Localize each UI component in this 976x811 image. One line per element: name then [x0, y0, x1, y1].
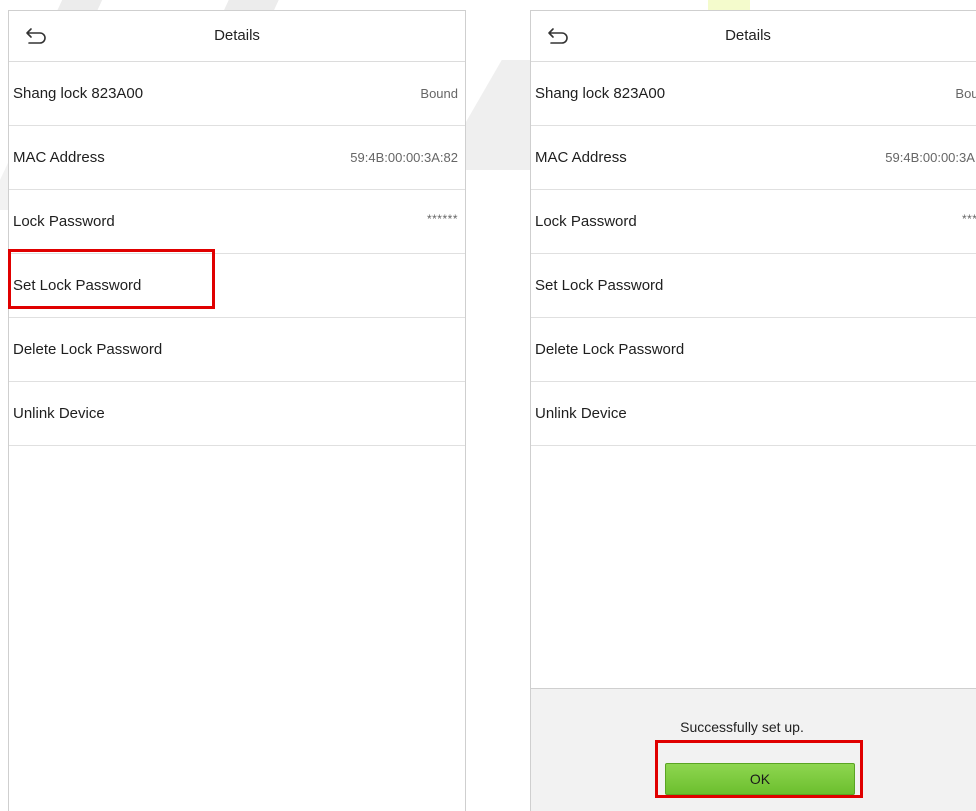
- mac-address-value: 59:4B:00:00:3A:82: [885, 150, 976, 165]
- title-bar: Details: [531, 11, 976, 62]
- set-lock-password-highlight: [8, 249, 215, 309]
- page-title: Details: [214, 27, 260, 44]
- row-label: Unlink Device: [13, 405, 105, 422]
- row-label: Set Lock Password: [535, 277, 664, 294]
- mac-address-row[interactable]: MAC Address 59:4B:00:00:3A:82: [9, 126, 465, 190]
- row-label: Unlink Device: [535, 405, 627, 422]
- row-label: Delete Lock Password: [535, 341, 685, 358]
- row-label: MAC Address: [535, 149, 627, 166]
- lock-password-row[interactable]: Lock Password ******: [531, 190, 976, 254]
- lock-password-value: ******: [961, 212, 976, 226]
- row-label: Lock Password: [13, 213, 115, 230]
- unlink-device-row[interactable]: Unlink Device: [531, 382, 976, 446]
- row-label: Shang lock 823A00: [13, 85, 144, 102]
- row-label: MAC Address: [13, 149, 105, 166]
- dialog-message: Successfully set up.: [680, 719, 804, 735]
- row-label: Lock Password: [535, 213, 637, 230]
- details-screen-right: Details Shang lock 823A00 Bound MAC Addr…: [530, 10, 976, 811]
- lock-password-row[interactable]: Lock Password ******: [9, 190, 465, 254]
- details-screen-left: Details Shang lock 823A00 Bound MAC Addr…: [8, 10, 466, 811]
- delete-lock-password-row[interactable]: Delete Lock Password: [531, 318, 976, 382]
- ok-button-highlight: [655, 740, 863, 798]
- lock-name-row[interactable]: Shang lock 823A00 Bound: [531, 62, 976, 126]
- row-label: Delete Lock Password: [13, 341, 163, 358]
- mac-address-value: 59:4B:00:00:3A:82: [350, 150, 458, 165]
- mac-address-row[interactable]: MAC Address 59:4B:00:00:3A:82: [531, 126, 976, 190]
- bind-status-value: Bound: [955, 86, 976, 101]
- unlink-device-row[interactable]: Unlink Device: [9, 382, 465, 446]
- lock-name-row[interactable]: Shang lock 823A00 Bound: [9, 62, 465, 126]
- row-label: Shang lock 823A00: [535, 85, 666, 102]
- lock-password-value: ******: [426, 212, 458, 226]
- set-lock-password-row[interactable]: Set Lock Password: [531, 254, 976, 318]
- title-bar: Details: [9, 11, 465, 62]
- delete-lock-password-row[interactable]: Delete Lock Password: [9, 318, 465, 382]
- bind-status-value: Bound: [420, 86, 458, 101]
- page-title: Details: [725, 27, 771, 44]
